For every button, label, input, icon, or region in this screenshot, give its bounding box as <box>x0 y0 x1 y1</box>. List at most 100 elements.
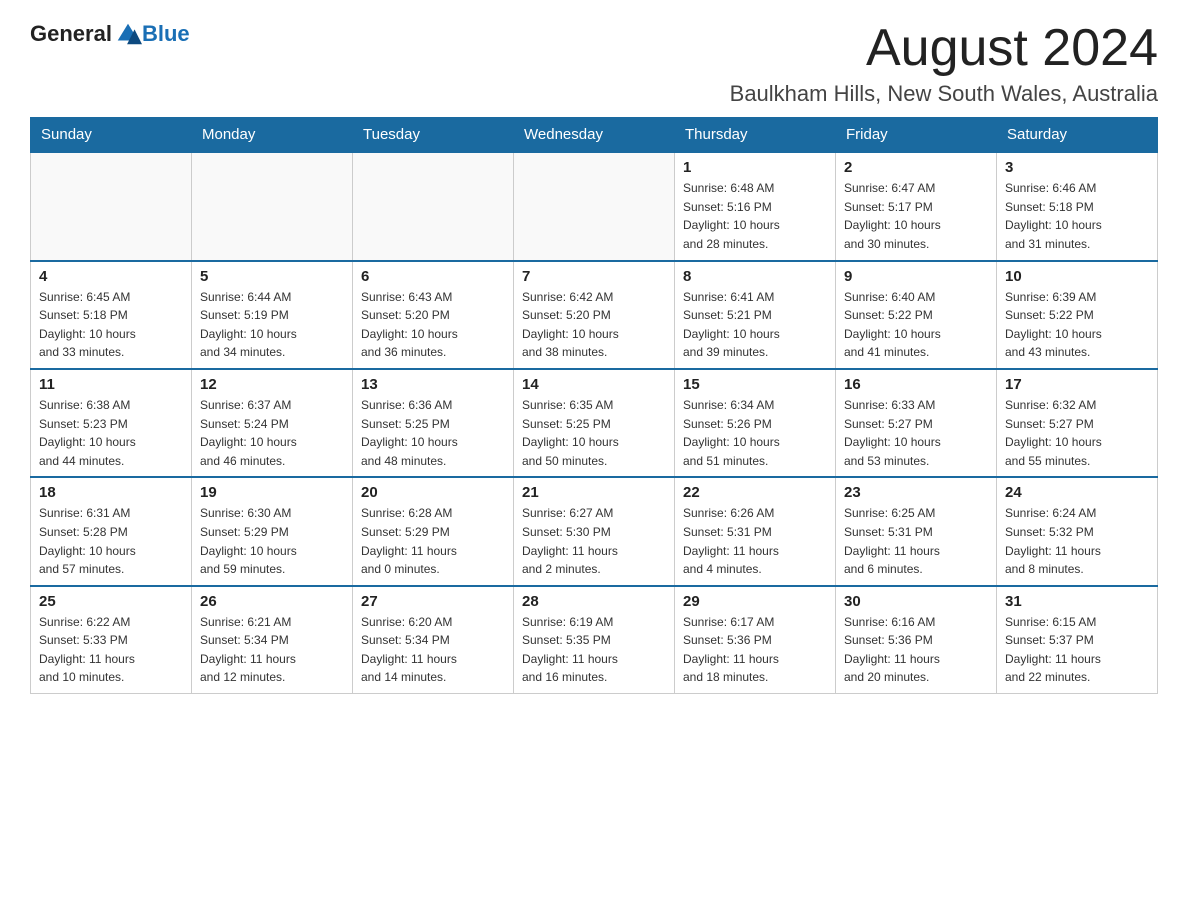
day-number: 1 <box>683 159 827 176</box>
day-info: Sunrise: 6:44 AM Sunset: 5:19 PM Dayligh… <box>200 288 344 362</box>
day-number: 25 <box>39 593 183 610</box>
day-number: 17 <box>1005 376 1149 393</box>
day-number: 16 <box>844 376 988 393</box>
calendar-cell: 9 Sunrise: 6:40 AM Sunset: 5:22 PM Daylig… <box>836 261 997 369</box>
day-info: Sunrise: 6:46 AM Sunset: 5:18 PM Dayligh… <box>1005 179 1149 253</box>
day-info: Sunrise: 6:22 AM Sunset: 5:33 PM Dayligh… <box>39 613 183 687</box>
week-row-5: 25 Sunrise: 6:22 AM Sunset: 5:33 PM Dayli… <box>31 586 1158 694</box>
week-row-3: 11 Sunrise: 6:38 AM Sunset: 5:23 PM Dayli… <box>31 369 1158 477</box>
weekday-header-wednesday: Wednesday <box>514 118 675 153</box>
day-info: Sunrise: 6:16 AM Sunset: 5:36 PM Dayligh… <box>844 613 988 687</box>
calendar-cell: 31 Sunrise: 6:15 AM Sunset: 5:37 PM Dayli… <box>997 586 1158 694</box>
day-number: 29 <box>683 593 827 610</box>
weekday-header-sunday: Sunday <box>31 118 192 153</box>
calendar-cell: 29 Sunrise: 6:17 AM Sunset: 5:36 PM Dayli… <box>675 586 836 694</box>
calendar-cell: 5 Sunrise: 6:44 AM Sunset: 5:19 PM Daylig… <box>192 261 353 369</box>
calendar-cell: 22 Sunrise: 6:26 AM Sunset: 5:31 PM Dayli… <box>675 477 836 585</box>
day-number: 18 <box>39 484 183 501</box>
day-info: Sunrise: 6:26 AM Sunset: 5:31 PM Dayligh… <box>683 504 827 578</box>
day-info: Sunrise: 6:15 AM Sunset: 5:37 PM Dayligh… <box>1005 613 1149 687</box>
weekday-header-row: SundayMondayTuesdayWednesdayThursdayFrid… <box>31 118 1158 153</box>
day-number: 20 <box>361 484 505 501</box>
calendar-cell: 28 Sunrise: 6:19 AM Sunset: 5:35 PM Dayli… <box>514 586 675 694</box>
day-number: 5 <box>200 268 344 285</box>
day-number: 2 <box>844 159 988 176</box>
day-info: Sunrise: 6:48 AM Sunset: 5:16 PM Dayligh… <box>683 179 827 253</box>
calendar-cell: 11 Sunrise: 6:38 AM Sunset: 5:23 PM Dayli… <box>31 369 192 477</box>
weekday-header-thursday: Thursday <box>675 118 836 153</box>
day-info: Sunrise: 6:31 AM Sunset: 5:28 PM Dayligh… <box>39 504 183 578</box>
day-number: 7 <box>522 268 666 285</box>
day-number: 15 <box>683 376 827 393</box>
day-info: Sunrise: 6:28 AM Sunset: 5:29 PM Dayligh… <box>361 504 505 578</box>
calendar-cell: 17 Sunrise: 6:32 AM Sunset: 5:27 PM Dayli… <box>997 369 1158 477</box>
day-number: 8 <box>683 268 827 285</box>
day-info: Sunrise: 6:17 AM Sunset: 5:36 PM Dayligh… <box>683 613 827 687</box>
calendar-cell: 10Sunrise: 6:39 AM Sunset: 5:22 PM Dayli… <box>997 261 1158 369</box>
day-info: Sunrise: 6:42 AM Sunset: 5:20 PM Dayligh… <box>522 288 666 362</box>
calendar-cell: 26Sunrise: 6:21 AM Sunset: 5:34 PM Dayli… <box>192 586 353 694</box>
location-title: Baulkham Hills, New South Wales, Austral… <box>730 81 1158 107</box>
day-number: 28 <box>522 593 666 610</box>
week-row-4: 18 Sunrise: 6:31 AM Sunset: 5:28 PM Dayli… <box>31 477 1158 585</box>
weekday-header-monday: Monday <box>192 118 353 153</box>
day-number: 30 <box>844 593 988 610</box>
week-row-1: 1 Sunrise: 6:48 AM Sunset: 5:16 PM Daylig… <box>31 152 1158 260</box>
calendar-cell: 14Sunrise: 6:35 AM Sunset: 5:25 PM Dayli… <box>514 369 675 477</box>
calendar-cell: 8 Sunrise: 6:41 AM Sunset: 5:21 PM Daylig… <box>675 261 836 369</box>
day-number: 22 <box>683 484 827 501</box>
day-number: 24 <box>1005 484 1149 501</box>
day-number: 23 <box>844 484 988 501</box>
day-number: 19 <box>200 484 344 501</box>
day-number: 3 <box>1005 159 1149 176</box>
day-info: Sunrise: 6:43 AM Sunset: 5:20 PM Dayligh… <box>361 288 505 362</box>
day-info: Sunrise: 6:30 AM Sunset: 5:29 PM Dayligh… <box>200 504 344 578</box>
day-number: 6 <box>361 268 505 285</box>
day-info: Sunrise: 6:27 AM Sunset: 5:30 PM Dayligh… <box>522 504 666 578</box>
calendar-cell: 25 Sunrise: 6:22 AM Sunset: 5:33 PM Dayli… <box>31 586 192 694</box>
day-info: Sunrise: 6:25 AM Sunset: 5:31 PM Dayligh… <box>844 504 988 578</box>
weekday-header-tuesday: Tuesday <box>353 118 514 153</box>
logo-text-general: General <box>30 21 112 47</box>
day-info: Sunrise: 6:24 AM Sunset: 5:32 PM Dayligh… <box>1005 504 1149 578</box>
day-info: Sunrise: 6:40 AM Sunset: 5:22 PM Dayligh… <box>844 288 988 362</box>
calendar-cell <box>192 152 353 260</box>
weekday-header-friday: Friday <box>836 118 997 153</box>
day-info: Sunrise: 6:47 AM Sunset: 5:17 PM Dayligh… <box>844 179 988 253</box>
day-info: Sunrise: 6:19 AM Sunset: 5:35 PM Dayligh… <box>522 613 666 687</box>
calendar-cell: 7 Sunrise: 6:42 AM Sunset: 5:20 PM Daylig… <box>514 261 675 369</box>
day-number: 31 <box>1005 593 1149 610</box>
day-info: Sunrise: 6:21 AM Sunset: 5:34 PM Dayligh… <box>200 613 344 687</box>
day-number: 27 <box>361 593 505 610</box>
calendar-cell <box>353 152 514 260</box>
calendar-cell: 18 Sunrise: 6:31 AM Sunset: 5:28 PM Dayli… <box>31 477 192 585</box>
day-info: Sunrise: 6:32 AM Sunset: 5:27 PM Dayligh… <box>1005 396 1149 470</box>
weekday-header-saturday: Saturday <box>997 118 1158 153</box>
calendar-cell: 21 Sunrise: 6:27 AM Sunset: 5:30 PM Dayli… <box>514 477 675 585</box>
calendar-cell: 23 Sunrise: 6:25 AM Sunset: 5:31 PM Dayli… <box>836 477 997 585</box>
title-area: August 2024 Baulkham Hills, New South Wa… <box>730 20 1158 107</box>
week-row-2: 4 Sunrise: 6:45 AM Sunset: 5:18 PM Daylig… <box>31 261 1158 369</box>
calendar-cell: 4 Sunrise: 6:45 AM Sunset: 5:18 PM Daylig… <box>31 261 192 369</box>
day-number: 10 <box>1005 268 1149 285</box>
day-info: Sunrise: 6:45 AM Sunset: 5:18 PM Dayligh… <box>39 288 183 362</box>
calendar-cell: 13Sunrise: 6:36 AM Sunset: 5:25 PM Dayli… <box>353 369 514 477</box>
day-info: Sunrise: 6:34 AM Sunset: 5:26 PM Dayligh… <box>683 396 827 470</box>
page-header: General Blue August 2024 Baulkham Hills,… <box>30 20 1158 107</box>
calendar-cell: 2 Sunrise: 6:47 AM Sunset: 5:17 PM Daylig… <box>836 152 997 260</box>
day-info: Sunrise: 6:41 AM Sunset: 5:21 PM Dayligh… <box>683 288 827 362</box>
day-number: 11 <box>39 376 183 393</box>
day-number: 4 <box>39 268 183 285</box>
day-info: Sunrise: 6:38 AM Sunset: 5:23 PM Dayligh… <box>39 396 183 470</box>
calendar-cell: 6 Sunrise: 6:43 AM Sunset: 5:20 PM Daylig… <box>353 261 514 369</box>
day-number: 9 <box>844 268 988 285</box>
calendar-cell: 12 Sunrise: 6:37 AM Sunset: 5:24 PM Dayli… <box>192 369 353 477</box>
day-info: Sunrise: 6:20 AM Sunset: 5:34 PM Dayligh… <box>361 613 505 687</box>
day-number: 12 <box>200 376 344 393</box>
day-info: Sunrise: 6:36 AM Sunset: 5:25 PM Dayligh… <box>361 396 505 470</box>
calendar-cell <box>31 152 192 260</box>
day-number: 21 <box>522 484 666 501</box>
day-info: Sunrise: 6:37 AM Sunset: 5:24 PM Dayligh… <box>200 396 344 470</box>
calendar-cell: 24 Sunrise: 6:24 AM Sunset: 5:32 PM Dayli… <box>997 477 1158 585</box>
calendar-cell: 1 Sunrise: 6:48 AM Sunset: 5:16 PM Daylig… <box>675 152 836 260</box>
